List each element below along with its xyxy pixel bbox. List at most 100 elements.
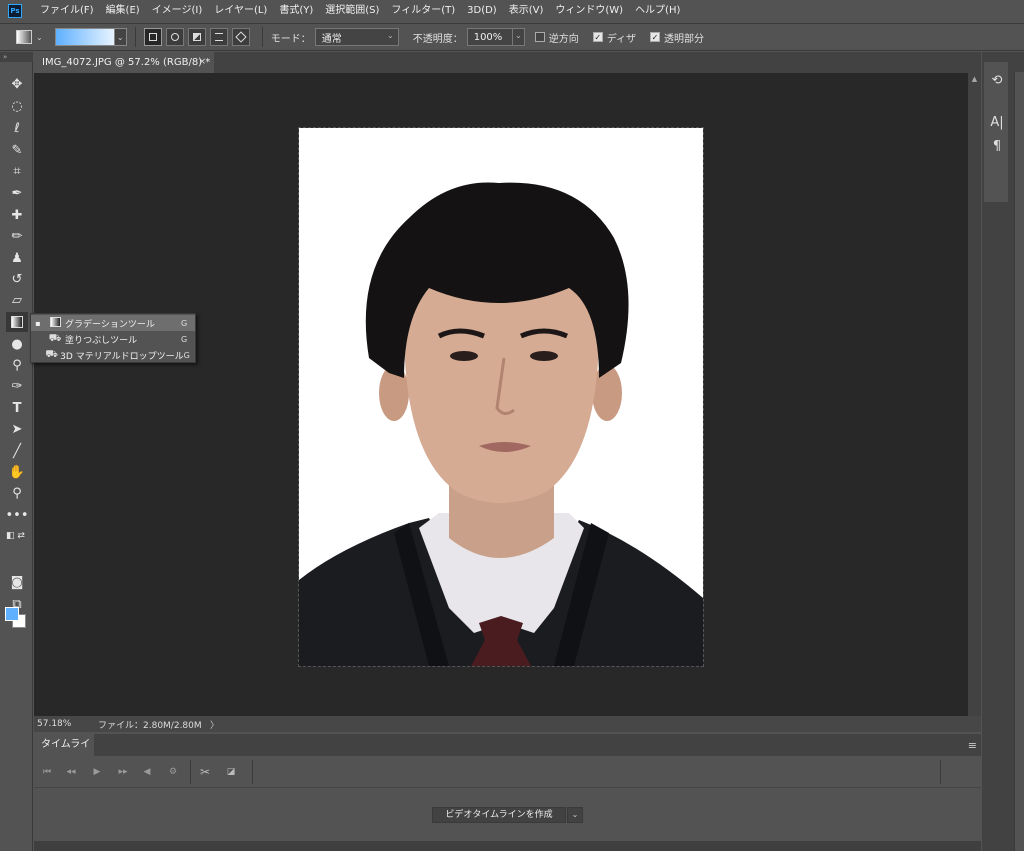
eraser-tool-icon[interactable]: ▱ [6, 290, 28, 310]
history-panel-icon[interactable]: ⟲ [988, 72, 1006, 90]
timeline-tab[interactable]: タイムライン [34, 734, 94, 772]
blend-mode-select[interactable]: 通常 ⌄ [314, 28, 399, 46]
collapsed-panels-edge[interactable] [1014, 72, 1024, 851]
lasso-tool-icon[interactable]: ℓ [6, 118, 28, 138]
move-tool-icon[interactable]: ✥ [6, 74, 28, 94]
panel-menu-icon[interactable]: ≡ [968, 739, 977, 752]
panel-icon-strip: ⟲ A| ¶ [984, 62, 1008, 202]
menu-view[interactable]: 表示(V) [503, 0, 550, 22]
timeline-controls: ⏮ ◂◂ ▶ ▸▸ ◀ ⚙ ✂ ◪ [34, 756, 981, 788]
flyout-3d-material-drop-tool[interactable]: ⛟ 3D マテリアルドロップツール G [31, 347, 195, 363]
reverse-option[interactable]: 逆方向 [534, 30, 583, 45]
menu-filter[interactable]: フィルター(T) [385, 0, 461, 22]
divider [134, 27, 136, 47]
crop-tool-icon[interactable]: ⌗ [6, 161, 28, 181]
chevron-down-icon[interactable]: ⌄ [567, 807, 583, 823]
reflected-gradient-button[interactable] [209, 28, 228, 46]
toolbar-collapse-handle[interactable]: » [0, 52, 33, 62]
dither-option[interactable]: ✓ ディザ [592, 30, 640, 45]
character-panel-icon[interactable]: A| [988, 114, 1006, 132]
transparency-checkbox[interactable]: ✓ [650, 32, 661, 42]
menu-window[interactable]: ウィンドウ(W) [549, 0, 629, 22]
document-tab-strip: IMG_4072.JPG @ 57.2% (RGB/8) * × [34, 52, 981, 73]
menu-select[interactable]: 選択範囲(S) [319, 0, 385, 22]
swap-colors-icon[interactable]: ◧ ⇄ [6, 526, 28, 546]
opacity-value: 100% [473, 31, 503, 43]
transparency-label: 透明部分 [664, 33, 705, 45]
gradient-picker-dropdown[interactable]: ⌄ [114, 28, 127, 46]
linear-gradient-icon [148, 33, 157, 41]
menu-file[interactable]: ファイル(F) [34, 0, 100, 22]
linear-gradient-button[interactable] [143, 28, 162, 46]
angle-gradient-button[interactable] [187, 28, 206, 46]
divider [940, 760, 941, 784]
settings-gear-icon[interactable]: ⚙ [166, 765, 180, 779]
chevron-down-icon[interactable]: ⌄ [36, 33, 43, 42]
quick-mask-icon[interactable]: ◙ [6, 572, 28, 592]
more-tools-icon[interactable]: ••• [6, 505, 29, 525]
options-bar: ⌄ ⌄ モード： 通常 ⌄ 不透明度： 100% ⌄ 逆方向 ✓ ディザ ✓ 透… [0, 23, 1024, 51]
clone-stamp-tool-icon[interactable]: ♟ [6, 248, 28, 268]
timeline-panel-header: タイムライン ≡ [34, 734, 981, 772]
flyout-gradient-tool[interactable]: ▪ グラデーションツール G [31, 315, 195, 331]
reflected-gradient-icon [214, 33, 223, 41]
menu-image[interactable]: イメージ(I) [146, 0, 209, 22]
menu-3d[interactable]: 3D(D) [461, 0, 503, 22]
status-bar: 57.18% ファイル：2.80M/2.80M 〉 [34, 716, 981, 732]
opacity-input[interactable]: 100% [466, 28, 513, 46]
transition-icon[interactable]: ◪ [224, 765, 238, 779]
close-icon[interactable]: × [198, 52, 206, 73]
tool-preset-picker[interactable] [16, 30, 32, 44]
document-canvas-photo[interactable] [298, 127, 704, 667]
play-icon[interactable]: ▶ [90, 765, 104, 779]
flyout-paint-bucket-tool[interactable]: ⛟ 塗りつぶしツール G [31, 331, 195, 347]
first-frame-icon[interactable]: ⏮ [40, 765, 54, 779]
eyedropper-tool-icon[interactable]: ✒ [6, 183, 28, 203]
document-tab[interactable]: IMG_4072.JPG @ 57.2% (RGB/8) * × [34, 52, 214, 73]
mode-label: モード： [270, 33, 311, 45]
blur-tool-icon[interactable]: ● [6, 334, 28, 354]
portrait-image [299, 182, 703, 666]
line-tool-icon[interactable]: ╱ [6, 441, 28, 461]
previous-frame-icon[interactable]: ◂◂ [64, 765, 78, 779]
create-video-timeline-button[interactable]: ビデオタイムラインを作成 [432, 807, 566, 823]
menu-edit[interactable]: 編集(E) [100, 0, 146, 22]
menu-help[interactable]: ヘルプ(H) [629, 0, 686, 22]
selected-bullet-icon: ▪ [35, 318, 41, 328]
vertical-scrollbar[interactable]: ▲ [968, 73, 981, 716]
next-frame-icon[interactable]: ▸▸ [116, 765, 130, 779]
healing-brush-tool-icon[interactable]: ✚ [6, 205, 28, 225]
pen-tool-icon[interactable]: ✑ [6, 376, 28, 396]
marquee-tool-icon[interactable]: ◌ [6, 96, 28, 116]
gradient-editor-swatch[interactable] [54, 28, 115, 46]
menu-type[interactable]: 書式(Y) [273, 0, 319, 22]
radial-gradient-button[interactable] [165, 28, 184, 46]
flyout-item-label: 塗りつぶしツール [65, 335, 138, 346]
quick-select-tool-icon[interactable]: ✎ [6, 140, 28, 160]
timeline-footer [34, 841, 981, 851]
flyout-item-label: 3D マテリアルドロップツール [60, 351, 184, 362]
brush-tool-icon[interactable]: ✏ [6, 226, 28, 246]
hand-tool-icon[interactable]: ✋ [6, 462, 28, 482]
audio-icon[interactable]: ◀ [140, 765, 154, 779]
opacity-label: 不透明度： [412, 33, 463, 45]
zoom-tool-icon[interactable]: ⚲ [6, 483, 28, 503]
menu-layer[interactable]: レイヤー(L) [208, 0, 273, 22]
history-brush-tool-icon[interactable]: ↺ [6, 269, 28, 289]
reverse-checkbox[interactable] [534, 32, 545, 42]
zoom-level[interactable]: 57.18% [34, 719, 80, 729]
status-menu-arrow[interactable]: 〉 [210, 718, 224, 731]
foreground-color-swatch[interactable] [5, 607, 19, 621]
dither-checkbox[interactable]: ✓ [592, 32, 603, 42]
type-tool-icon[interactable]: T [6, 398, 28, 418]
split-scissors-icon[interactable]: ✂ [198, 765, 212, 779]
path-selection-tool-icon[interactable]: ➤ [6, 419, 28, 439]
dodge-tool-icon[interactable]: ⚲ [6, 355, 28, 375]
diamond-gradient-button[interactable] [231, 28, 250, 46]
gradient-tool-icon[interactable] [6, 312, 28, 332]
chevron-down-icon: ⌄ [387, 31, 394, 40]
transparency-option[interactable]: ✓ 透明部分 [650, 30, 708, 45]
scroll-up-icon[interactable]: ▲ [968, 73, 981, 86]
paragraph-panel-icon[interactable]: ¶ [988, 138, 1006, 156]
opacity-dropdown[interactable]: ⌄ [512, 28, 525, 46]
